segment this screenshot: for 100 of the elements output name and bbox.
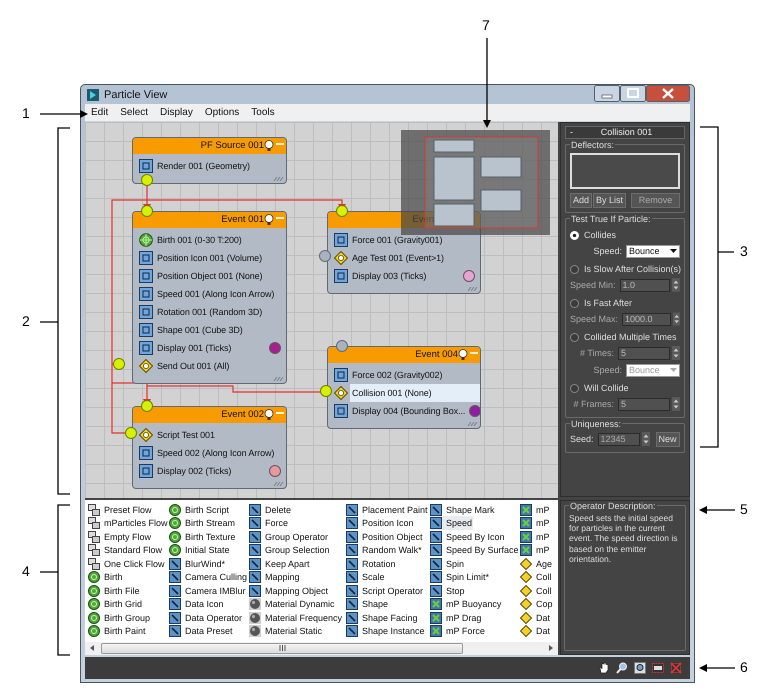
depot-item[interactable]: Birth Stream — [169, 516, 236, 530]
depot-item[interactable]: Group Selection — [249, 543, 331, 557]
minimize-icon[interactable] — [594, 85, 620, 102]
depot-item[interactable]: Birth Texture — [169, 530, 236, 544]
depot-item[interactable]: Birth Script — [169, 502, 230, 516]
operator-row[interactable]: Render 001 (Geometry) — [139, 156, 286, 175]
depot-item[interactable]: Birth File — [88, 584, 141, 598]
radio-button[interactable] — [570, 264, 579, 274]
collapse-toggle[interactable]: - — [570, 127, 573, 138]
depot-item[interactable]: Scale — [346, 570, 386, 584]
depot-item[interactable]: Placement Paint — [346, 502, 429, 516]
depot-item[interactable]: Dat — [520, 610, 552, 624]
spinner-icon[interactable] — [642, 432, 650, 446]
operator-row[interactable]: Script Test 001 — [139, 426, 286, 444]
depot-item[interactable]: Stop — [430, 584, 466, 598]
resize-grip-icon[interactable] — [272, 482, 284, 486]
operator-row[interactable]: Display 001 (Ticks) — [139, 338, 286, 357]
depot-item[interactable]: Shape Instance — [346, 624, 426, 638]
depot-item[interactable]: Speed By Surface — [430, 543, 520, 557]
depot-item[interactable]: mP Force — [430, 624, 486, 638]
panel-button[interactable]: New — [656, 432, 680, 447]
depot-item[interactable]: Spin — [430, 556, 466, 570]
horizontal-scrollbar[interactable] — [85, 642, 558, 655]
connection-socket[interactable] — [141, 204, 153, 217]
spinner-icon[interactable] — [672, 278, 680, 292]
depot-item[interactable]: Birth — [88, 570, 124, 584]
depot-item[interactable]: Shape — [346, 597, 390, 611]
deflector-list[interactable] — [570, 152, 680, 189]
operator-row[interactable]: Display 004 (Bounding Box... — [334, 402, 480, 420]
depot-item[interactable]: Birth Grid — [88, 597, 144, 611]
depot-item[interactable]: Cop — [520, 597, 554, 611]
depot-item[interactable]: Script Operator — [346, 584, 424, 598]
connection-socket[interactable] — [125, 426, 137, 439]
resize-grip-icon[interactable] — [272, 376, 284, 381]
operator-row[interactable]: Position Object 001 (None) — [139, 266, 286, 285]
zoom-extents-icon[interactable] — [652, 662, 664, 674]
operator-row[interactable]: Position Icon 001 (Volume) — [139, 248, 286, 267]
zoom-region-icon[interactable] — [634, 662, 646, 674]
connection-socket[interactable] — [141, 400, 153, 412]
depot-item[interactable]: Birth Paint — [88, 624, 147, 638]
menu-item[interactable]: Tools — [245, 107, 281, 118]
minimap-overlay[interactable] — [401, 130, 550, 235]
panel-button[interactable]: Add — [570, 192, 592, 208]
operator-row[interactable]: Display 003 (Ticks) — [334, 266, 480, 285]
operator-row[interactable]: Age Test 001 (Event>1) — [334, 248, 480, 267]
depot-item[interactable]: Mapping Object — [249, 584, 330, 598]
depot-item[interactable]: Material Static — [249, 624, 324, 638]
depot-item[interactable]: Age — [520, 556, 554, 570]
depot-item[interactable]: Standard Flow — [88, 543, 164, 557]
lightbulb-icon[interactable] — [264, 214, 274, 225]
rollout-header[interactable]: - Collision 001 — [565, 126, 685, 139]
spinner-icon[interactable] — [672, 397, 680, 412]
depot-item[interactable]: mP — [520, 516, 550, 530]
depot-item[interactable]: Position Object — [346, 530, 424, 544]
depot-item[interactable]: One Click Flow — [88, 556, 166, 570]
close-icon[interactable] — [646, 85, 690, 102]
operator-row[interactable]: Force 002 (Gravity002) — [334, 366, 480, 384]
operator-row[interactable]: Shape 001 (Cube 3D) — [139, 320, 286, 339]
operator-row[interactable]: Force 001 (Gravity001) — [334, 230, 480, 249]
depot-item[interactable]: Material Dynamic — [249, 597, 336, 611]
scrollbar-thumb[interactable] — [101, 642, 463, 654]
resize-grip-icon[interactable] — [466, 422, 478, 426]
panel-button[interactable]: By List — [593, 192, 626, 208]
depot-item[interactable]: Random Walk* — [346, 543, 423, 557]
depot-item[interactable]: Preset Flow — [88, 502, 153, 516]
no-draw-icon[interactable] — [670, 662, 682, 674]
depot-item[interactable]: Dat — [520, 624, 552, 638]
zoom-icon[interactable] — [616, 662, 628, 674]
operator-row[interactable]: Send Out 001 (All) — [139, 356, 286, 375]
radio-button[interactable] — [570, 298, 579, 308]
operator-row[interactable]: Display 002 (Ticks) — [139, 462, 286, 480]
right-arrow-icon[interactable] — [548, 645, 554, 652]
menu-item[interactable]: Display — [154, 107, 199, 118]
menu-item[interactable]: Select — [114, 107, 154, 118]
menu-item[interactable]: Edit — [85, 107, 114, 118]
depot-item[interactable]: Mapping — [249, 570, 301, 584]
depot-item[interactable]: mP Buoyancy — [430, 597, 502, 611]
depot-item[interactable]: Delete — [249, 502, 292, 516]
operator-row[interactable]: Birth 001 (0-30 T:200) — [139, 230, 286, 249]
depot-item[interactable]: Position Icon — [346, 516, 415, 530]
depot-item[interactable]: mParticles Flow — [88, 516, 169, 530]
depot-item[interactable]: Coll — [520, 584, 553, 598]
depot-item[interactable]: Rotation — [346, 556, 397, 570]
operator-row[interactable]: Rotation 001 (Random 3D) — [139, 302, 286, 321]
connection-socket[interactable] — [336, 204, 348, 217]
depot-item[interactable]: Coll — [520, 570, 553, 584]
operator-row[interactable]: Collision 001 (None) — [334, 384, 480, 402]
connection-socket[interactable] — [113, 358, 125, 370]
depot-item[interactable]: mP — [520, 502, 550, 516]
depot-item[interactable]: Shape Mark — [430, 502, 496, 516]
depot-item[interactable]: Keep Apart — [249, 556, 311, 570]
hand-icon[interactable] — [598, 662, 610, 674]
connection-socket[interactable] — [320, 384, 332, 397]
depot-item[interactable]: Data Preset — [169, 624, 234, 638]
resize-grip-icon[interactable] — [272, 176, 284, 181]
depot-item[interactable]: mP Drag — [430, 610, 482, 624]
depot-item[interactable]: Group Operator — [249, 530, 330, 544]
depot-item[interactable]: BlurWind* — [169, 556, 226, 570]
radio-button[interactable] — [570, 384, 579, 393]
depot-item[interactable]: Speed — [430, 516, 474, 530]
